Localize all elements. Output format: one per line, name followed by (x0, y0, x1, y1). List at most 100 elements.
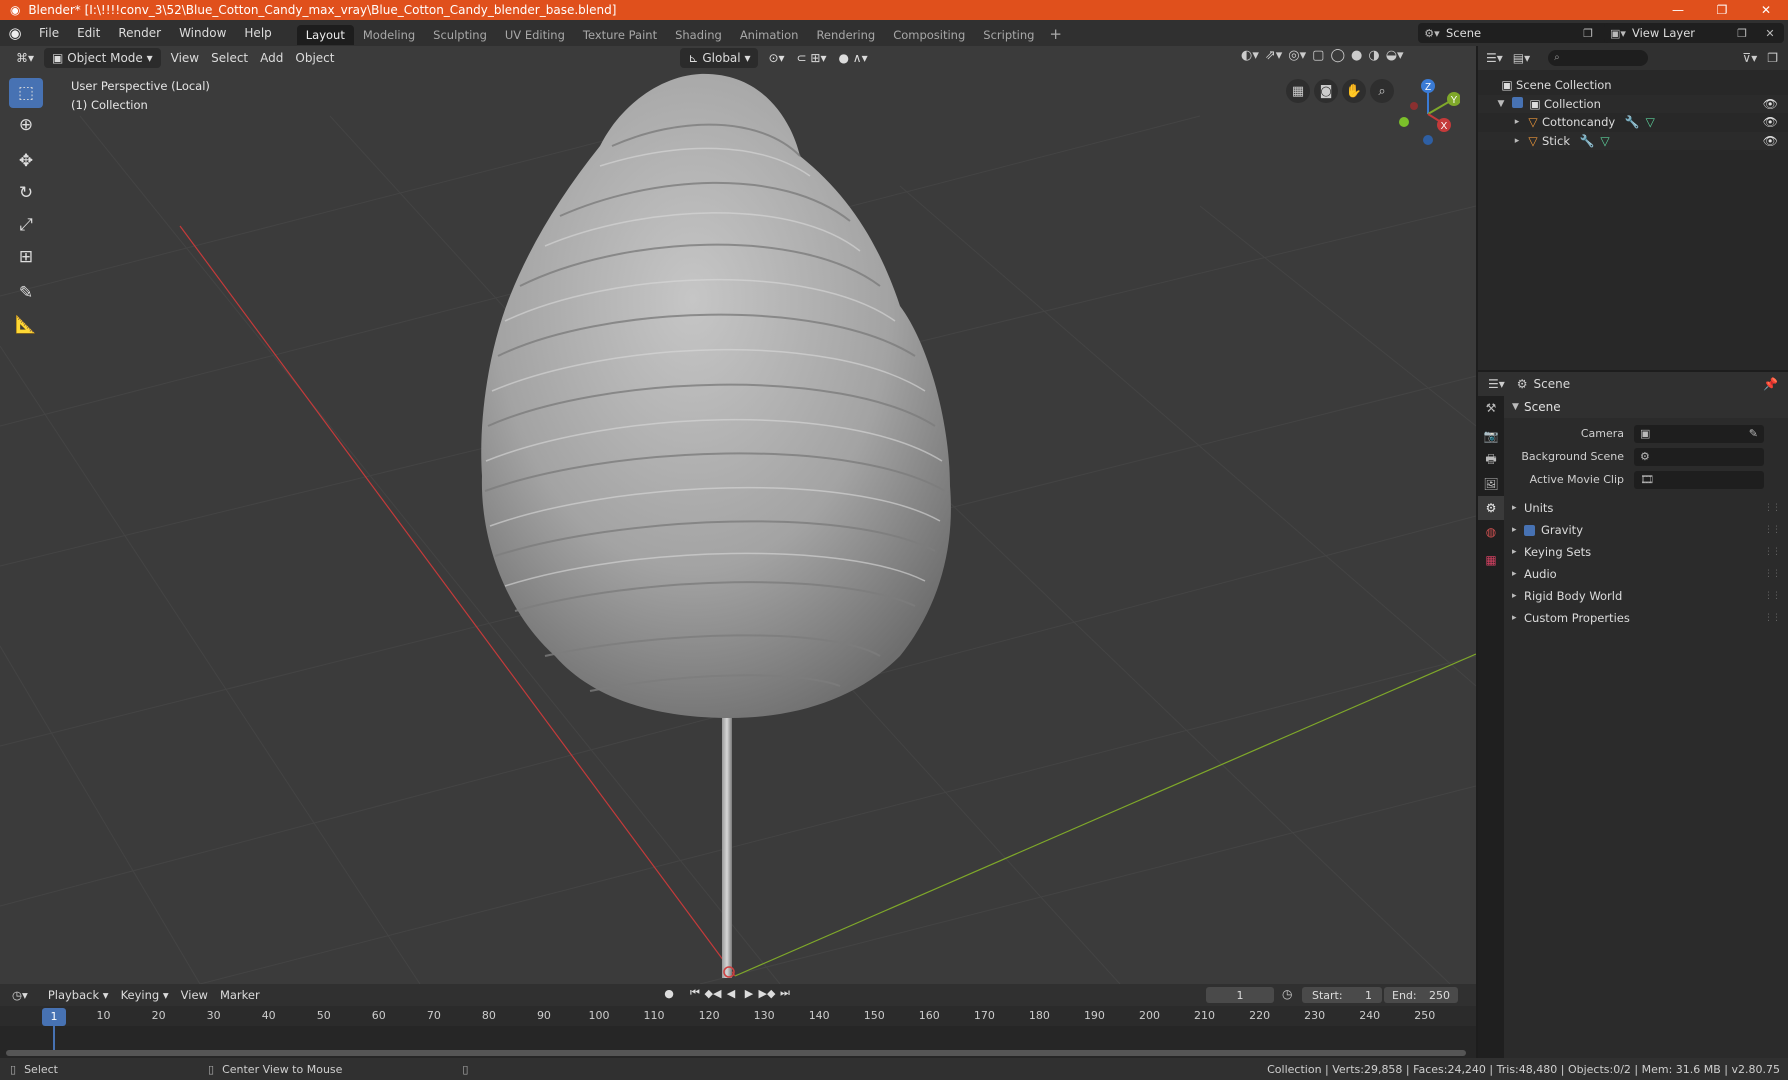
add-workspace-icon[interactable]: + (1043, 25, 1068, 43)
camera-view-icon[interactable]: ◙ (1314, 79, 1338, 103)
annotate-tool-icon[interactable]: ✎ (9, 278, 43, 308)
neg-y-axis-icon[interactable] (1399, 117, 1409, 127)
neg-z-axis-icon[interactable] (1423, 135, 1433, 145)
gravity-checkbox[interactable] (1524, 524, 1535, 536)
outliner-row-stick[interactable]: ▸ ▽ Stick 🔧 ▽ 👁 (1478, 131, 1788, 150)
tab-sculpting[interactable]: Sculpting (424, 25, 496, 45)
background-scene-field[interactable]: ⚙ (1634, 447, 1764, 466)
modifier-wrench-icon[interactable]: 🔧 (1578, 134, 1596, 148)
overlay-icon[interactable]: ◎▾ (1285, 48, 1309, 63)
mesh-data-icon[interactable]: ▽ (1641, 115, 1659, 129)
modifier-wrench-icon[interactable]: 🔧 (1623, 115, 1641, 129)
end-frame-field[interactable]: End: 250 (1384, 987, 1458, 1003)
stick-mesh[interactable] (722, 706, 732, 978)
properties-editor-icon[interactable]: ☰▾ (1488, 377, 1505, 391)
world-tab-icon[interactable]: ◍ (1478, 520, 1504, 544)
select-box-tool-icon[interactable]: ⬚ (9, 78, 43, 108)
render-tab-icon[interactable]: 📷 (1478, 424, 1504, 448)
tab-scripting[interactable]: Scripting (974, 25, 1043, 45)
display-mode-icon[interactable]: ▤▾ (1513, 51, 1530, 65)
start-frame-field[interactable]: Start: 1 (1302, 987, 1382, 1003)
menu-edit[interactable]: Edit (68, 20, 109, 46)
next-keyframe-icon[interactable]: ▶◆ (758, 987, 776, 1000)
menu-playback[interactable]: Playback ▾ (42, 988, 115, 1002)
tool-tab-icon[interactable]: ⚒ (1478, 396, 1504, 420)
menu-timeline-view[interactable]: View (175, 988, 214, 1002)
menu-object[interactable]: Object (289, 48, 340, 68)
menu-select[interactable]: Select (205, 48, 254, 68)
outliner-row-scene-collection[interactable]: ▣ Scene Collection (1478, 76, 1788, 95)
collection-exclude-checkbox[interactable] (1511, 96, 1523, 108)
menu-keying[interactable]: Keying ▾ (115, 988, 175, 1002)
scene-tab-icon[interactable]: ⚙ (1478, 496, 1504, 520)
blender-menu-icon[interactable]: ◉ (0, 24, 30, 42)
pan-hand-icon[interactable]: ✋ (1342, 79, 1366, 103)
play-icon[interactable]: ▶ (740, 987, 758, 1000)
collection-visibility-icon[interactable]: 👁 (1763, 97, 1778, 111)
cottoncandy-mesh[interactable] (481, 73, 951, 718)
expand-collection-icon[interactable]: ▼ (1494, 99, 1508, 109)
menu-file[interactable]: File (30, 20, 68, 46)
solid-shading-icon[interactable]: ● (1348, 48, 1365, 63)
rigid-body-world-panel-header[interactable]: ▸ Rigid Body World ⋮⋮ (1504, 585, 1788, 607)
timeline-editor-icon[interactable]: ◷▾ (6, 988, 34, 1002)
grid-view-icon[interactable]: ▦ (1286, 79, 1310, 103)
proportional-edit-icon[interactable]: ● ∧▾ (833, 48, 874, 68)
frame-ruler[interactable]: 10 20 30 40 50 60 70 80 90 100 110 120 130 140 150 160 1… (0, 1006, 1476, 1026)
snap-icon[interactable]: ⊂ ⊞▾ (791, 48, 833, 68)
filter-icon[interactable]: ⊽▾ (1742, 51, 1757, 65)
mode-selector[interactable]: ▣ Object Mode ▾ (44, 48, 161, 68)
tab-compositing[interactable]: Compositing (884, 25, 974, 45)
new-view-layer-icon[interactable]: ❐ (1728, 27, 1756, 40)
jump-start-icon[interactable]: ⏮ (686, 986, 704, 1000)
menu-help[interactable]: Help (235, 20, 280, 46)
eyedropper-icon[interactable]: ✎ (1749, 427, 1758, 440)
active-movie-clip-field[interactable]: 🎞 (1634, 470, 1764, 489)
current-frame-indicator[interactable]: 1 (42, 1008, 66, 1026)
drag-handle-icon[interactable]: ⋮⋮ (1764, 503, 1781, 513)
wireframe-shading-icon[interactable]: ◯ (1327, 48, 1348, 63)
jump-end-icon[interactable]: ⏭ (776, 986, 794, 1000)
delete-view-layer-icon[interactable]: ✕ (1756, 27, 1784, 40)
pivot-icon[interactable]: ⊙▾ (762, 48, 790, 68)
prev-keyframe-icon[interactable]: ◆◀ (704, 987, 722, 1000)
menu-view[interactable]: View (165, 48, 205, 68)
stick-visibility-icon[interactable]: 👁 (1763, 134, 1778, 148)
tab-shading[interactable]: Shading (666, 25, 731, 45)
drag-handle-icon[interactable]: ⋮⋮ (1764, 547, 1781, 557)
rotate-tool-icon[interactable]: ↻ (9, 178, 43, 208)
expand-cottoncandy-icon[interactable]: ▸ (1510, 117, 1524, 127)
gravity-panel-header[interactable]: ▸ Gravity ⋮⋮ (1504, 519, 1788, 541)
gizmo-icon[interactable]: ⇗▾ (1262, 48, 1285, 63)
tab-texture-paint[interactable]: Texture Paint (574, 25, 666, 45)
camera-field[interactable]: ▣ ✎ (1634, 424, 1764, 443)
measure-tool-icon[interactable]: 📐 (9, 310, 43, 340)
navigation-gizmo[interactable]: Z Y X (1390, 76, 1460, 148)
neg-x-axis-icon[interactable] (1410, 102, 1418, 110)
visibility-icon[interactable]: ◐▾ (1238, 48, 1262, 63)
editor-type-icon[interactable]: ⌘▾ (10, 48, 40, 68)
outliner-search-input[interactable]: ⌕ (1548, 50, 1649, 66)
outliner-row-cottoncandy[interactable]: ▸ ▽ Cottoncandy 🔧 ▽ 👁 (1478, 113, 1788, 132)
units-panel-header[interactable]: ▸ Units ⋮⋮ (1504, 497, 1788, 519)
keying-sets-panel-header[interactable]: ▸ Keying Sets ⋮⋮ (1504, 541, 1788, 563)
maximize-button[interactable]: ❐ (1700, 0, 1744, 20)
record-icon[interactable]: ● (660, 987, 678, 1000)
xray-icon[interactable]: ▢ (1309, 48, 1327, 63)
3d-viewport[interactable]: ⌘▾ ▣ Object Mode ▾ View Select Add Objec… (0, 46, 1476, 984)
scene-panel-header[interactable]: ▼ Scene (1504, 396, 1788, 418)
outliner-editor-icon[interactable]: ☰▾ (1486, 51, 1503, 65)
view-layer-selector[interactable]: ▣▾ View Layer ❐ ✕ (1604, 23, 1784, 43)
material-shading-icon[interactable]: ◑ (1365, 48, 1382, 63)
new-scene-icon[interactable]: ❐ (1578, 27, 1598, 40)
drag-handle-icon[interactable]: ⋮⋮ (1764, 613, 1781, 623)
tab-rendering[interactable]: Rendering (807, 25, 884, 45)
tab-uv-editing[interactable]: UV Editing (496, 25, 574, 45)
menu-add[interactable]: Add (254, 48, 289, 68)
preview-range-icon[interactable]: ◷ (1282, 987, 1292, 1001)
orientation-selector[interactable]: ⊾ Global ▾ (680, 48, 759, 68)
new-collection-icon[interactable]: ❐ (1767, 51, 1778, 65)
texture-tab-icon[interactable]: ▦ (1478, 548, 1504, 572)
menu-render[interactable]: Render (109, 20, 170, 46)
transform-tool-icon[interactable]: ⊞ (9, 242, 43, 272)
